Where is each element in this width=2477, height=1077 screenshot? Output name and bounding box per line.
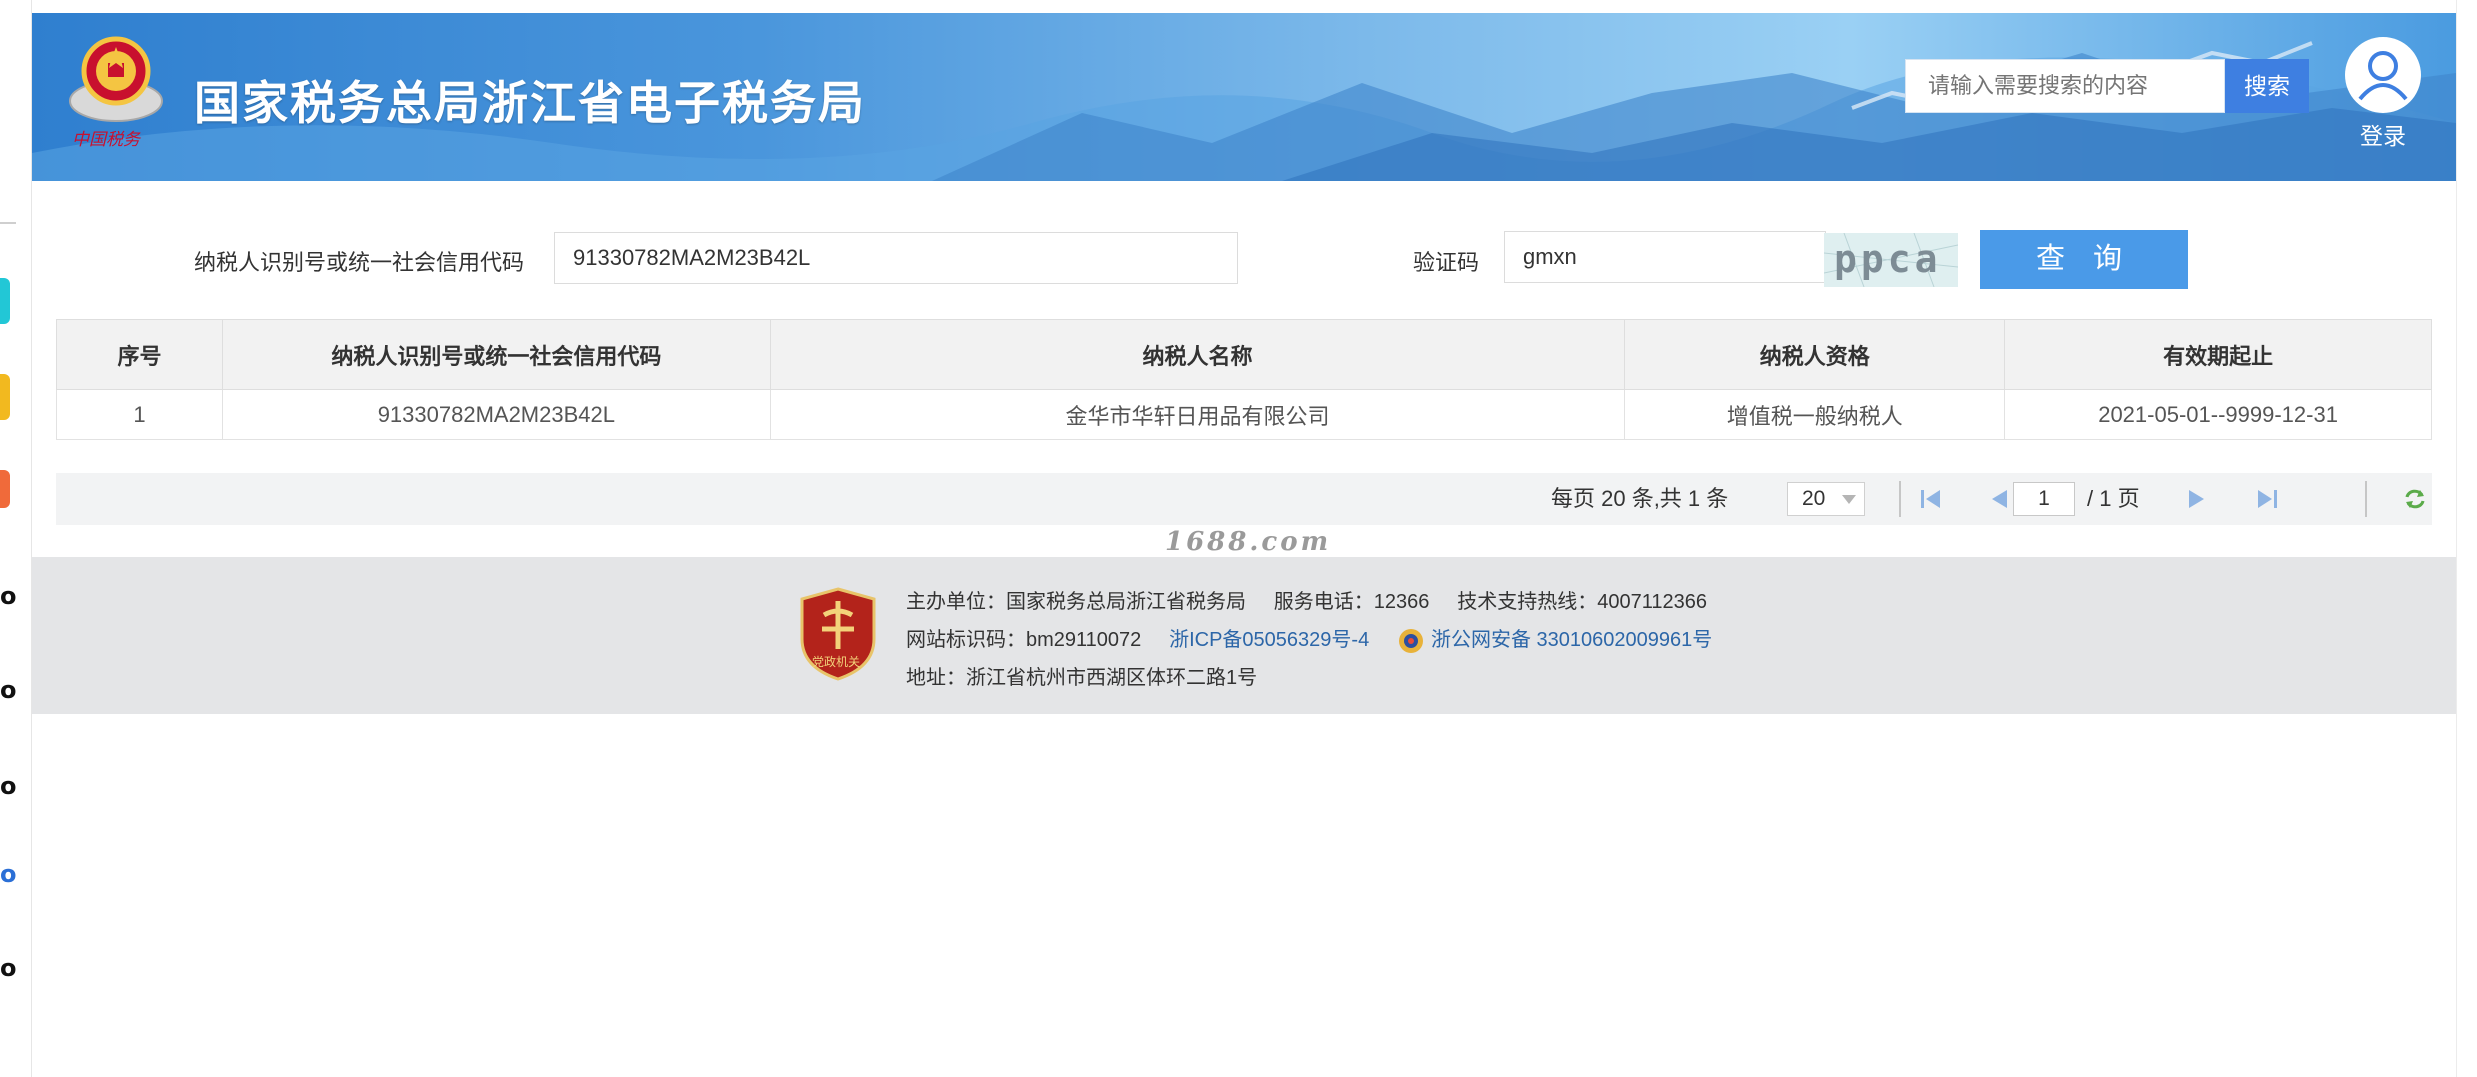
footer-record-line: 网站标识码：bm29110072 浙ICP备05056329号-4 浙公网安备 … xyxy=(906,623,1712,655)
service-phone: 服务电话：12366 xyxy=(1273,591,1430,613)
result-table: 序号 纳税人识别号或统一社会信用代码 纳税人名称 纳税人资格 有效期起止 1 9… xyxy=(56,319,2432,440)
search-button[interactable]: 搜索 xyxy=(2225,59,2309,113)
chevron-down-icon xyxy=(1842,495,1856,504)
sidebar-app-icon[interactable]: o xyxy=(0,860,17,888)
column-header: 纳税人识别号或统一社会信用代码 xyxy=(221,319,771,390)
page-content: 中国税务 国家税务总局浙江省电子税务局 搜索 登录 纳税人识别号或统一社会信用代… xyxy=(32,13,2456,714)
tech-hotline: 技术支持热线：4007112366 xyxy=(1457,591,1707,613)
browser-right-edge xyxy=(2456,0,2477,1077)
table-cell: 增值税一般纳税人 xyxy=(1624,389,2006,440)
taxpayer-id-label: 纳税人识别号或统一社会信用代码 xyxy=(194,250,525,275)
sidebar-app-icon[interactable] xyxy=(0,470,10,508)
icp-link[interactable]: 浙ICP备05056329号-4 xyxy=(1169,629,1369,651)
table-cell: 2021-05-01--9999-12-31 xyxy=(2004,389,2432,440)
sidebar-app-icon[interactable]: o xyxy=(0,582,17,610)
last-page-icon[interactable] xyxy=(2254,487,2280,511)
sidebar-app-icon[interactable] xyxy=(0,374,10,420)
query-form: 纳税人识别号或统一社会信用代码 验证码 ppca 查 询 xyxy=(32,181,2456,321)
browser-left-sidebar: o o o o o xyxy=(0,0,32,1077)
page-size-value: 20 xyxy=(1802,487,1826,510)
police-badge-icon xyxy=(1399,628,1423,653)
police-record-link[interactable]: 浙公网安备 33010602009961号 xyxy=(1431,629,1712,651)
site-code: 网站标识码：bm29110072 xyxy=(906,629,1142,651)
sidebar-divider xyxy=(0,222,16,224)
first-page-icon[interactable] xyxy=(1918,487,1944,511)
site-footer: 党政机关 主办单位：国家税务总局浙江省税务局 服务电话：12366 技术支持热线… xyxy=(32,557,2456,714)
sidebar-app-icon[interactable] xyxy=(0,278,10,324)
government-site-badge[interactable]: 党政机关 xyxy=(798,587,878,681)
refresh-icon[interactable] xyxy=(2402,487,2428,511)
pagination-bar: 每页 20 条,共 1 条 20 1 / 1 页 xyxy=(56,473,2432,525)
sidebar-app-icon[interactable]: o xyxy=(0,772,17,800)
column-header: 序号 xyxy=(56,319,223,390)
emblem-caption: 中国税务 xyxy=(72,130,140,150)
site-search-field[interactable] xyxy=(1905,59,2225,113)
search-input[interactable] xyxy=(1928,60,2202,112)
table-row[interactable]: 1 91330782MA2M23B42L 金华市华轩日用品有限公司 增值税一般纳… xyxy=(56,389,2432,440)
pager-summary: 每页 20 条,共 1 条 xyxy=(1551,486,1729,511)
table-cell: 91330782MA2M23B42L xyxy=(221,389,771,440)
previous-page-icon[interactable] xyxy=(1986,487,2012,511)
pager-total-pages: / 1 页 xyxy=(2087,486,2140,511)
captcha-image[interactable]: ppca xyxy=(1824,233,1958,287)
pager-divider xyxy=(2365,481,2367,517)
query-button[interactable]: 查 询 xyxy=(1980,230,2188,289)
site-header: 中国税务 国家税务总局浙江省电子税务局 搜索 登录 xyxy=(32,13,2456,181)
captcha-input[interactable] xyxy=(1504,231,1826,283)
current-page-input[interactable]: 1 xyxy=(2013,482,2075,516)
taxpayer-id-input[interactable] xyxy=(554,232,1238,284)
host-unit: 主办单位：国家税务总局浙江省税务局 xyxy=(906,591,1246,613)
sidebar-app-icon[interactable]: o xyxy=(0,954,17,982)
table-cell: 1 xyxy=(56,389,223,440)
column-header: 有效期起止 xyxy=(2004,319,2432,390)
footer-address: 地址：浙江省杭州市西湖区体环二路1号 xyxy=(906,667,1258,689)
sidebar-app-icon[interactable]: o xyxy=(0,676,17,704)
login-link[interactable]: 登录 xyxy=(2338,117,2428,151)
captcha-label: 验证码 xyxy=(1413,250,1480,275)
watermark-text: 1688.com xyxy=(1165,527,1332,557)
tax-emblem-logo: 中国税务 xyxy=(64,31,168,151)
footer-contact-line: 主办单位：国家税务总局浙江省税务局 服务电话：12366 技术支持热线：4007… xyxy=(906,585,1707,614)
column-header: 纳税人名称 xyxy=(769,319,1626,390)
page-size-select[interactable]: 20 xyxy=(1787,482,1865,516)
next-page-icon[interactable] xyxy=(2184,487,2210,511)
column-header: 纳税人资格 xyxy=(1624,319,2006,390)
table-header-row: 序号 纳税人识别号或统一社会信用代码 纳税人名称 纳税人资格 有效期起止 xyxy=(56,319,2432,390)
table-cell: 金华市华轩日用品有限公司 xyxy=(769,389,1626,440)
pager-divider xyxy=(1899,481,1901,517)
site-title: 国家税务总局浙江省电子税务局 xyxy=(194,76,866,130)
badge-caption: 党政机关 xyxy=(812,655,861,669)
user-avatar-icon[interactable] xyxy=(2345,37,2421,113)
captcha-text: ppca xyxy=(1834,237,1942,281)
